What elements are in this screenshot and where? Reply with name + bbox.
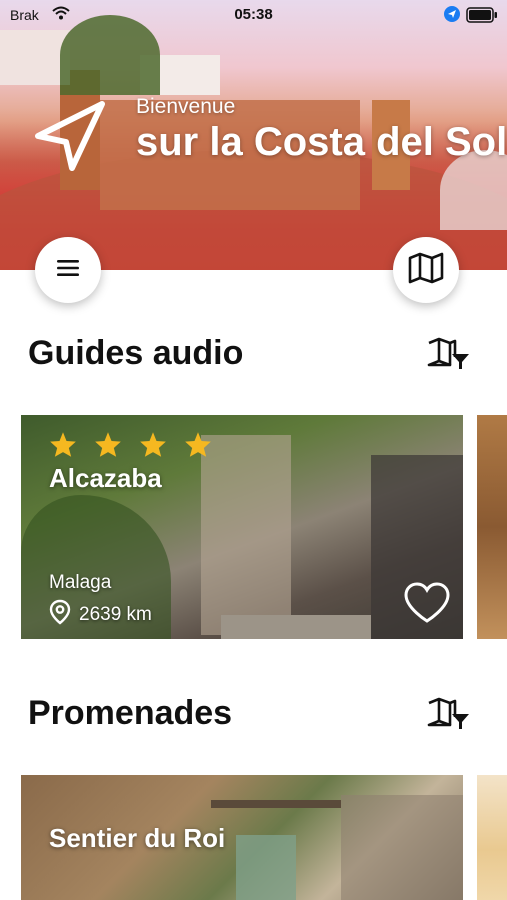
- heart-icon[interactable]: [403, 581, 451, 630]
- clock: 05:38: [234, 6, 273, 23]
- map-filter-icon: [425, 337, 471, 376]
- location-services-icon: [444, 6, 460, 25]
- promenades-filter-button[interactable]: [425, 696, 471, 737]
- status-bar: Brak 05:38: [0, 0, 507, 30]
- navigation-arrow-icon: [32, 100, 108, 179]
- location-pin-icon: [49, 599, 71, 631]
- card-city: Malaga: [49, 572, 112, 593]
- card-title: Sentier du Roi: [49, 823, 226, 853]
- hamburger-menu-icon: [56, 258, 80, 283]
- star-icon: [94, 431, 122, 463]
- section-title-promenades: Promenades: [28, 694, 233, 732]
- next-card-preview[interactable]: [477, 415, 507, 639]
- map-icon: [408, 252, 444, 289]
- menu-button[interactable]: [35, 237, 101, 303]
- battery-icon: [466, 7, 498, 26]
- star-icon: [49, 431, 77, 463]
- section-title-guides-audio: Guides audio: [28, 334, 244, 372]
- map-filter-icon: [425, 697, 471, 736]
- distance-text: 2639 km: [79, 604, 152, 625]
- map-button[interactable]: [393, 237, 459, 303]
- card-distance: 2639 km: [49, 599, 152, 631]
- guides-filter-button[interactable]: [425, 336, 471, 377]
- card-title: Alcazaba: [49, 463, 162, 493]
- next-card-preview[interactable]: [477, 775, 507, 900]
- walk-card-sentier-du-roi[interactable]: Sentier du Roi: [21, 775, 463, 900]
- hero-welcome-text: Bienvenue: [136, 95, 236, 118]
- hero-banner: Brak 05:38 Bienvenue sur la Costa del So…: [0, 0, 507, 270]
- guide-card-alcazaba[interactable]: Alcazaba Malaga 2639 km: [21, 415, 463, 639]
- star-icon: [139, 431, 167, 463]
- hero-title: sur la Costa del Sol: [136, 120, 507, 164]
- star-icon: [184, 431, 212, 463]
- rating-stars: [49, 431, 212, 463]
